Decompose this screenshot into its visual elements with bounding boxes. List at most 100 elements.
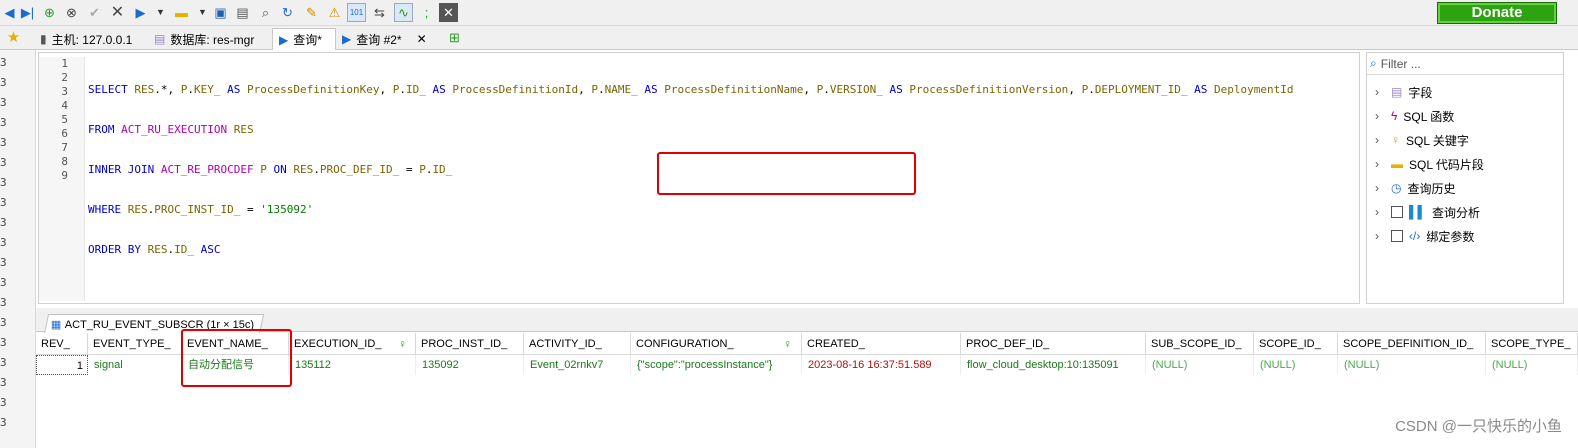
gutter-number: 3 [0,296,7,309]
cell-scope-definition-id[interactable]: (NULL) [1338,355,1486,375]
left-gutter: 3 3 3 3 3 3 3 3 3 3 3 3 3 3 3 3 3 3 3 [0,50,36,448]
cell-event-type[interactable]: signal [88,355,182,375]
filter-field[interactable]: ⌕ Filter ... [1367,53,1563,75]
line-number: 1 [61,57,68,70]
wrap-icon[interactable]: ⇆ [370,3,389,22]
line-number: 8 [61,155,68,168]
highlight-box-event-name [181,329,292,387]
server-icon: ▮ [40,32,47,46]
column-header[interactable]: SCOPE_TYPE_ [1486,333,1578,355]
column-header[interactable]: EXECUTION_ID_ [289,333,416,355]
gutter-number: 3 [0,156,7,169]
find-icon[interactable]: ⌕ [256,3,275,22]
tree-item-sql-keywords[interactable]: › ♀ SQL 关键字 [1375,130,1469,150]
line-number: 6 [61,127,68,140]
semicolon-icon[interactable]: ; [417,3,436,22]
column-header[interactable]: PROC_DEF_ID_ [961,333,1146,355]
cell-scope-type[interactable]: (NULL) [1486,355,1578,375]
tree-item-bind-params[interactable]: › ‹/› 绑定参数 [1375,226,1474,246]
format-icon[interactable]: ∿ [394,3,413,22]
clean-icon[interactable]: ✎ [302,3,321,22]
prev-icon[interactable]: ◀ [0,3,19,22]
tab-host[interactable]: ▮ 主机: 127.0.0.1 [34,28,138,50]
column-header[interactable]: PROC_INST_ID_ [416,333,524,355]
column-header[interactable]: SCOPE_DEFINITION_ID_ [1338,333,1486,355]
chevron-right-icon[interactable]: › [1375,157,1385,171]
folder-dropdown-icon[interactable]: ▼ [193,3,212,22]
cell-proc-def-id[interactable]: flow_cloud_desktop:10:135091 [961,355,1146,375]
tree-item-sql-snippets[interactable]: › ▬ SQL 代码片段 [1375,154,1484,174]
chevron-right-icon[interactable]: › [1375,133,1385,147]
tree-item-sql-functions[interactable]: › ϟ SQL 函数 [1375,106,1454,126]
query-icon: ▶ [279,32,289,47]
line-number: 3 [61,85,68,98]
chevron-right-icon[interactable]: › [1375,181,1385,195]
main-toolbar: ◀ ▶| ⊕ ⊗ ✔ ✕ ▶ ▼ ▬ ▼ ▣ ▤ ⌕ ↻ ✎ ⚠ 101 ⇆ ∿… [0,0,1578,26]
tree-item-query-history[interactable]: › ◷ 查询历史 [1375,178,1456,198]
checkbox[interactable] [1391,230,1403,242]
code-icon: ‹/› [1409,229,1421,243]
run-dropdown-icon[interactable]: ▼ [151,3,170,22]
close-query-icon[interactable]: ✕ [439,3,458,22]
cell-created[interactable]: 2023-08-16 16:37:51.589 [802,355,961,375]
replace-icon[interactable]: ↻ [278,3,297,22]
chevron-right-icon[interactable]: › [1375,85,1385,99]
gutter-number: 3 [0,56,7,69]
star-icon[interactable]: ★ [4,28,23,47]
chevron-right-icon[interactable]: › [1375,229,1385,243]
gutter-number: 3 [0,236,7,249]
apply-icon[interactable]: ✔ [85,3,104,22]
folder-icon[interactable]: ▬ [172,3,191,22]
chevron-right-icon[interactable]: › [1375,205,1385,219]
new-query-tab-icon[interactable]: ⊞ [445,28,464,47]
filter-placeholder: Filter ... [1380,56,1421,71]
query-tab-bar: ★ ▮ 主机: 127.0.0.1 ▤ 数据库: res-mgr ▶ 查询* ▶… [0,26,1578,50]
cell-configuration[interactable]: {"scope":"processInstance"} [631,355,802,375]
line-number: 7 [61,141,68,154]
column-header[interactable]: SCOPE_ID_ [1254,333,1338,355]
checkbox[interactable] [1391,206,1403,218]
cell-proc-inst-id[interactable]: 135092 [416,355,524,375]
column-header[interactable]: CONFIGURATION_ [631,333,802,355]
chevron-right-icon[interactable]: › [1375,109,1385,123]
column-header[interactable]: SUB_SCOPE_ID_ [1146,333,1254,355]
column-header[interactable]: ACTIVITY_ID_ [524,333,631,355]
binary-icon[interactable]: 101 [347,3,366,22]
save-icon[interactable]: ▣ [211,3,230,22]
run-icon[interactable]: ▶ [131,3,150,22]
code-line: SELECT RES.*, P.KEY_ AS ProcessDefinitio… [88,83,1294,96]
highlight-box-query [657,152,916,195]
warning-icon[interactable]: ⚠ [325,3,344,22]
tab-query[interactable]: ▶ 查询* [272,28,336,50]
column-header[interactable]: REV_ [36,333,88,355]
export-icon[interactable]: ▤ [233,3,252,22]
gutter-number: 3 [0,136,7,149]
cancel-icon[interactable]: ⊗ [62,3,81,22]
tree-item-label: 绑定参数 [1426,229,1475,244]
column-header[interactable]: CREATED_ [802,333,961,355]
watermark: CSDN @一只快乐的小鱼 [1395,418,1562,435]
donate-button[interactable]: Donate [1437,2,1557,24]
gutter-number: 3 [0,76,7,89]
tab-query-2[interactable]: ▶ 查询 #2* ✕ [336,28,433,50]
close-icon[interactable]: ✕ [108,3,127,22]
tree-item-query-profiling[interactable]: › ▌▌ 查询分析 [1375,202,1480,222]
gutter-number: 3 [0,276,7,289]
cell-scope-id[interactable]: (NULL) [1254,355,1338,375]
tab-database[interactable]: ▤ 数据库: res-mgr [148,28,260,50]
cell-execution-id[interactable]: 135112 [289,355,416,375]
gutter-number: 3 [0,416,7,429]
next-icon[interactable]: ▶| [18,3,37,22]
tree-item-label: 字段 [1408,85,1433,100]
add-icon[interactable]: ⊕ [40,3,59,22]
cell-rev[interactable]: 1 [36,355,88,375]
gutter-number: 3 [0,336,7,349]
cell-activity-id[interactable]: Event_02rnkv7 [524,355,631,375]
code-line: WHERE RES.PROC_INST_ID_ = '135092' [88,203,314,216]
query-icon: ▶ [342,32,352,46]
cell-sub-scope-id[interactable]: (NULL) [1146,355,1254,375]
gutter-number: 3 [0,96,7,109]
column-header[interactable]: EVENT_TYPE_ [88,333,182,355]
tree-item-fields[interactable]: › ▤ 字段 [1375,82,1432,102]
tab-close-icon[interactable]: ✕ [417,32,427,46]
